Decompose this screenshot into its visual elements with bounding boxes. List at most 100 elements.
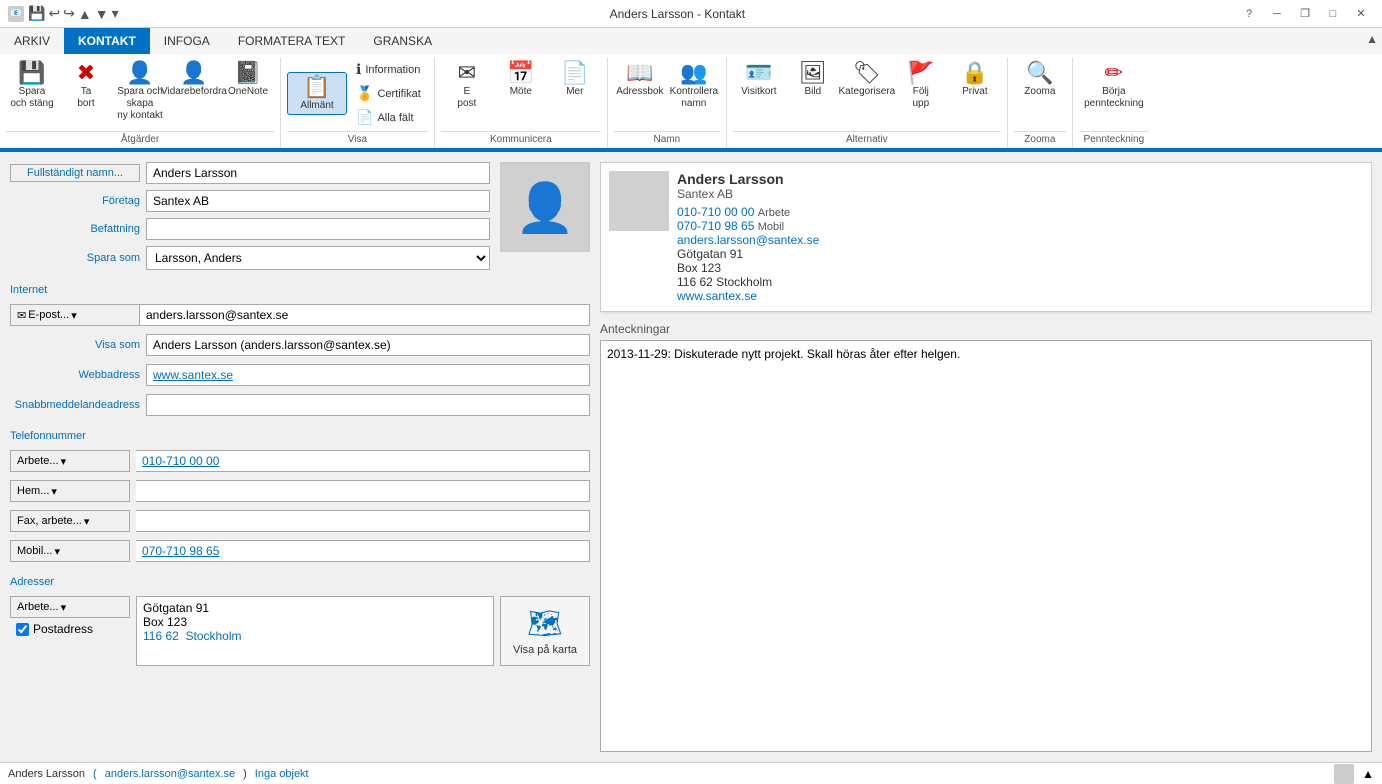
check-name-button[interactable]: 👥 Kontrolleranamn [668,58,720,113]
pen-icon: ✏ [1105,62,1123,84]
addr-type-button[interactable]: Arbete... ▾ [10,596,130,618]
save-icon[interactable]: 💾 [28,5,45,22]
card-email[interactable]: anders.larsson@santex.se [677,233,1363,247]
ribbon-collapse-button[interactable]: ▲ [1362,28,1382,50]
up-icon[interactable]: ▲ [78,6,92,22]
maximize-button[interactable]: □ [1320,4,1346,24]
save-new-icon: 👤 [126,62,153,84]
ribbon-body: 💾 Sparaoch stäng ✖ Tabort 👤 Spara och sk… [0,54,1382,150]
visa-som-input[interactable] [146,334,590,356]
addressbook-icon: 📖 [626,62,653,84]
fullname-button[interactable]: Fullständigt namn... [10,164,140,182]
namn-items: 📖 Adressbok 👥 Kontrolleranamn [614,58,720,129]
status-avatar-icon [1334,764,1354,784]
save-close-button[interactable]: 💾 Sparaoch stäng [6,58,58,113]
addr-row: Arbete... ▾ Postadress Götgatan 91 Box 1… [10,596,590,666]
phone-mobil-input[interactable] [136,540,590,562]
certifikat-button[interactable]: 🏅 Certifikat [349,82,428,105]
webbadress-input[interactable] [146,364,590,386]
categorize-button[interactable]: 🏷 Kategorisera [841,58,893,101]
phone-fax-input[interactable] [136,510,590,532]
help-button[interactable]: ? [1236,4,1262,24]
picture-button[interactable]: 🖼 Bild [787,58,839,101]
postadress-checkbox[interactable] [16,623,29,636]
alla-falt-button[interactable]: 📄 Alla fält [349,106,428,129]
pen-start-button[interactable]: ✏ Börjapennteckning [1079,58,1149,113]
followup-button[interactable]: 🚩 Följupp [895,58,947,113]
notes-label: Anteckningar [600,322,1372,336]
notes-input[interactable]: 2013-11-29: Diskuterade nytt projekt. Sk… [600,340,1372,752]
spara-som-row: Spara som Larsson, Anders [10,246,490,270]
map-button[interactable]: 🗺 Visa på karta [500,596,590,666]
email-input[interactable] [140,304,590,326]
card-phone-work[interactable]: 010-710 00 00 [677,205,754,219]
forward-button[interactable]: 👤 Vidarebefordra [168,58,220,101]
tab-infoga[interactable]: INFOGA [150,28,224,54]
map-icon: 🗺 [527,607,563,640]
private-button[interactable]: 🔒 Privat [949,58,1001,101]
snabb-input[interactable] [146,394,590,416]
redo-icon[interactable]: ↪ [63,5,75,22]
business-card-button[interactable]: 🪪 Visitkort [733,58,785,101]
down-icon[interactable]: ▼ [95,6,109,22]
contact-photo[interactable]: 👤 [500,162,590,252]
tab-formatera[interactable]: FORMATERA TEXT [224,28,360,54]
pennteckning-label: Pennteckning [1079,131,1149,148]
adresser-section-label: Adresser [10,576,590,588]
visa-som-label: Visa som [10,339,140,351]
delete-button[interactable]: ✖ Tabort [60,58,112,113]
card-info: Anders Larsson Santex AB 010-710 00 00 A… [677,171,1363,303]
snabb-row: Snabbmeddelandeadress [10,394,590,416]
phone-fax-button[interactable]: Fax, arbete... ▾ [10,510,130,532]
window-controls: ? ─ ❐ □ ✕ [1236,4,1374,24]
certifikat-icon: 🏅 [356,85,373,102]
email-type-label: E-post... [28,309,69,321]
fullname-input[interactable] [146,162,490,184]
phone-fax-row: Fax, arbete... ▾ [10,510,590,532]
meeting-button[interactable]: 📅 Möte [495,58,547,101]
phone-mobil-button[interactable]: Mobil... ▾ [10,540,130,562]
allmant-icon: 📋 [303,76,330,98]
zoom-button[interactable]: 🔍 Zooma [1014,58,1066,101]
addr-text[interactable]: Götgatan 91 Box 123 116 62 Stockholm [136,596,494,666]
email-icon-small: ✉ [17,309,26,322]
namn-label: Namn [614,131,720,148]
email-button[interactable]: ✉ Epost [441,58,493,113]
group-kommunicera: ✉ Epost 📅 Möte 📄 Mer Kommunicera [435,58,608,148]
ribbon-tabs: ARKIV KONTAKT INFOGA FORMATERA TEXT GRAN… [0,28,1382,54]
allmant-button[interactable]: 📋 Allmänt [287,72,347,115]
befattning-label: Befattning [10,223,140,235]
more-icon[interactable]: ▾ [112,5,119,22]
phone-hem-input[interactable] [136,480,590,502]
phone-arbete-input[interactable] [136,450,590,472]
addressbook-button[interactable]: 📖 Adressbok [614,58,666,101]
notes-area: Anteckningar 2013-11-29: Diskuterade nyt… [600,322,1372,752]
more-button[interactable]: 📄 Mer [549,58,601,101]
onenote-button[interactable]: 📓 OneNote [222,58,274,101]
minimize-button[interactable]: ─ [1264,4,1290,24]
status-email-val[interactable]: anders.larsson@santex.se [105,768,235,780]
atgarder-label: Åtgärder [6,131,274,148]
alternativ-label: Alternativ [733,131,1001,148]
tab-granska[interactable]: GRANSKA [359,28,446,54]
tab-kontakt[interactable]: KONTAKT [64,28,150,54]
befattning-input[interactable] [146,218,490,240]
save-new-button[interactable]: 👤 Spara och skapany kontakt [114,58,166,125]
kommunicera-label: Kommunicera [441,131,601,148]
status-collapse-button[interactable]: ▲ [1362,767,1374,781]
phone-hem-button[interactable]: Hem... ▾ [10,480,130,502]
addr-line2: Box 123 [143,615,487,629]
card-website[interactable]: www.santex.se [677,289,1363,303]
company-input[interactable] [146,190,490,212]
phone-arbete-button[interactable]: Arbete... ▾ [10,450,130,472]
card-name: Anders Larsson [677,171,1363,187]
card-phone-mob[interactable]: 070-710 98 65 [677,219,754,233]
information-button[interactable]: ℹ Information [349,58,428,81]
close-button[interactable]: ✕ [1348,4,1374,24]
email-type-button[interactable]: ✉ E-post... ▾ [10,304,140,326]
phone-hem-label: Hem... [17,485,49,497]
undo-icon[interactable]: ↩ [48,5,60,22]
tab-arkiv[interactable]: ARKIV [0,28,64,54]
restore-button[interactable]: ❐ [1292,4,1318,24]
spara-som-select[interactable]: Larsson, Anders [146,246,490,270]
